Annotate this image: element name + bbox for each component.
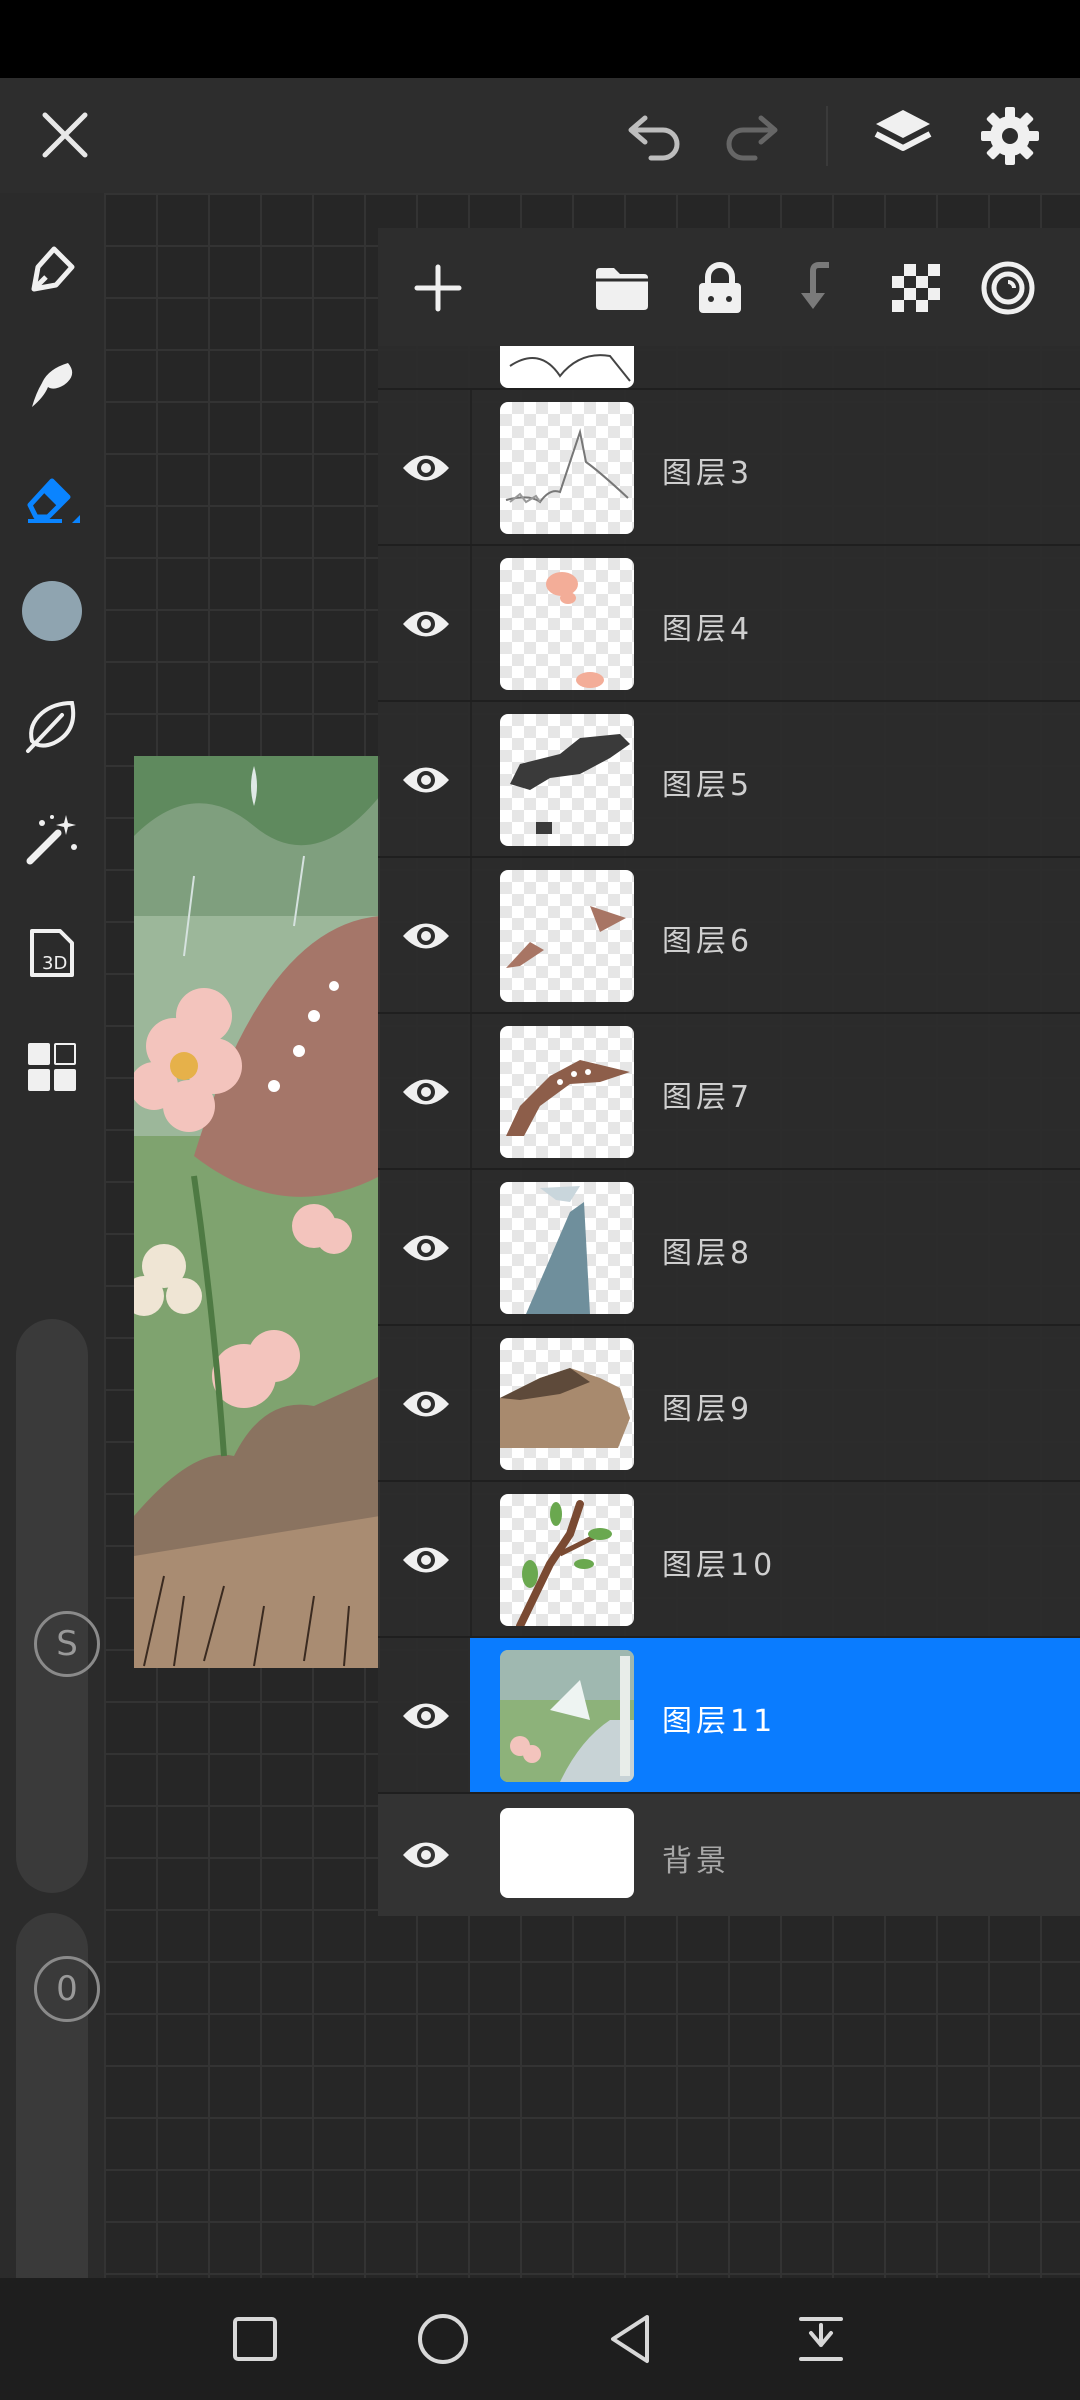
system-nav-bar — [0, 2278, 1080, 2400]
lock-icon[interactable] — [690, 258, 750, 318]
layer-row[interactable]: 图层6 — [378, 856, 1080, 1014]
layer-thumbnail — [500, 1808, 634, 1898]
eye-icon[interactable] — [396, 1688, 456, 1744]
layer-thumbnail — [500, 402, 634, 534]
eye-icon[interactable] — [396, 1376, 456, 1432]
layer-row-selected[interactable]: 图层11 — [378, 1636, 1080, 1794]
eye-icon[interactable] — [396, 1064, 456, 1120]
layer-thumbnail — [500, 714, 634, 846]
layer-name: 图层3 — [662, 456, 754, 491]
add-icon[interactable] — [408, 258, 468, 318]
eye-icon[interactable] — [396, 596, 456, 652]
artwork-preview — [134, 756, 380, 1668]
home-icon[interactable] — [410, 2306, 476, 2372]
transparency-icon[interactable] — [886, 258, 946, 318]
layer-thumbnail — [500, 1338, 634, 1470]
layer-name: 图层11 — [662, 1704, 777, 1739]
layers-panel: 图层3 图层4 图层5 图层6 图层7 图层8 图层9 图层10 图层11 背景 — [378, 228, 1080, 1916]
layers-toolbar — [378, 228, 1080, 346]
top-bar — [0, 78, 1080, 193]
opacity-knob[interactable]: 0 — [34, 1956, 100, 2022]
layer-row[interactable]: 图层8 — [378, 1168, 1080, 1326]
opacity-slider[interactable]: 0 — [16, 1913, 100, 2331]
layers-icon[interactable] — [868, 100, 938, 170]
eye-icon[interactable] — [396, 752, 456, 808]
3d-model-icon[interactable]: 3D — [20, 921, 84, 985]
layer-thumbnail — [500, 1650, 634, 1782]
layer-name: 图层8 — [662, 1236, 754, 1271]
layer-row-background[interactable]: 背景 — [378, 1792, 1080, 1916]
layer-thumbnail — [500, 870, 634, 1002]
merge-down-icon[interactable] — [788, 258, 848, 318]
brush-size-knob[interactable]: S — [34, 1611, 100, 1677]
grid-icon[interactable] — [20, 1035, 84, 1099]
dropdown-icon[interactable] — [788, 2306, 854, 2372]
svg-text:3D: 3D — [42, 953, 67, 974]
layer-row[interactable]: 图层5 — [378, 700, 1080, 858]
divider — [470, 858, 472, 1014]
left-toolbar: 3D S 0 — [0, 193, 104, 2331]
divider — [470, 1014, 472, 1170]
pencil-icon[interactable] — [20, 239, 84, 303]
layer-row[interactable]: 图层10 — [378, 1480, 1080, 1638]
eye-icon[interactable] — [396, 1827, 456, 1883]
layer-row-partial[interactable] — [378, 346, 1080, 388]
layer-name: 图层9 — [662, 1392, 754, 1427]
layer-row[interactable]: 图层7 — [378, 1012, 1080, 1170]
eye-icon[interactable] — [396, 1220, 456, 1276]
eye-icon[interactable] — [396, 440, 456, 496]
status-bar — [0, 0, 1080, 78]
layer-thumbnail — [500, 1026, 634, 1158]
redo-icon[interactable] — [718, 104, 784, 170]
opacity-value: 0 — [56, 1969, 78, 2009]
magic-wand-icon[interactable] — [20, 807, 84, 871]
close-icon[interactable] — [30, 100, 100, 170]
target-icon[interactable] — [978, 258, 1038, 318]
divider — [470, 546, 472, 702]
layer-thumbnail — [500, 558, 634, 690]
eye-icon[interactable] — [396, 1532, 456, 1588]
divider — [470, 1482, 472, 1638]
smudge-icon[interactable] — [20, 353, 84, 417]
divider — [470, 1326, 472, 1482]
eraser-icon[interactable] — [20, 465, 84, 529]
divider — [826, 106, 828, 166]
recents-icon[interactable] — [222, 2306, 288, 2372]
folder-icon[interactable] — [592, 258, 652, 318]
layer-name: 图层10 — [662, 1548, 777, 1583]
divider — [470, 390, 472, 546]
leaf-brush-icon[interactable] — [20, 693, 84, 757]
layer-name: 图层4 — [662, 612, 754, 647]
layer-thumbnail — [500, 1182, 634, 1314]
divider — [470, 702, 472, 858]
back-icon[interactable] — [598, 2306, 664, 2372]
layer-row[interactable]: 图层3 — [378, 388, 1080, 546]
layer-name: 背景 — [662, 1844, 730, 1879]
layer-row[interactable]: 图层4 — [378, 544, 1080, 702]
layer-name: 图层7 — [662, 1080, 754, 1115]
undo-icon[interactable] — [622, 104, 688, 170]
layer-name: 图层6 — [662, 924, 754, 959]
color-swatch[interactable] — [20, 579, 84, 643]
layer-name: 图层5 — [662, 768, 754, 803]
brush-size-label: S — [56, 1624, 78, 1664]
divider — [470, 1170, 472, 1326]
eye-icon[interactable] — [396, 908, 456, 964]
layer-row[interactable]: 图层9 — [378, 1324, 1080, 1482]
gear-icon[interactable] — [974, 100, 1046, 172]
layer-thumbnail — [500, 346, 634, 388]
layer-thumbnail — [500, 1494, 634, 1626]
